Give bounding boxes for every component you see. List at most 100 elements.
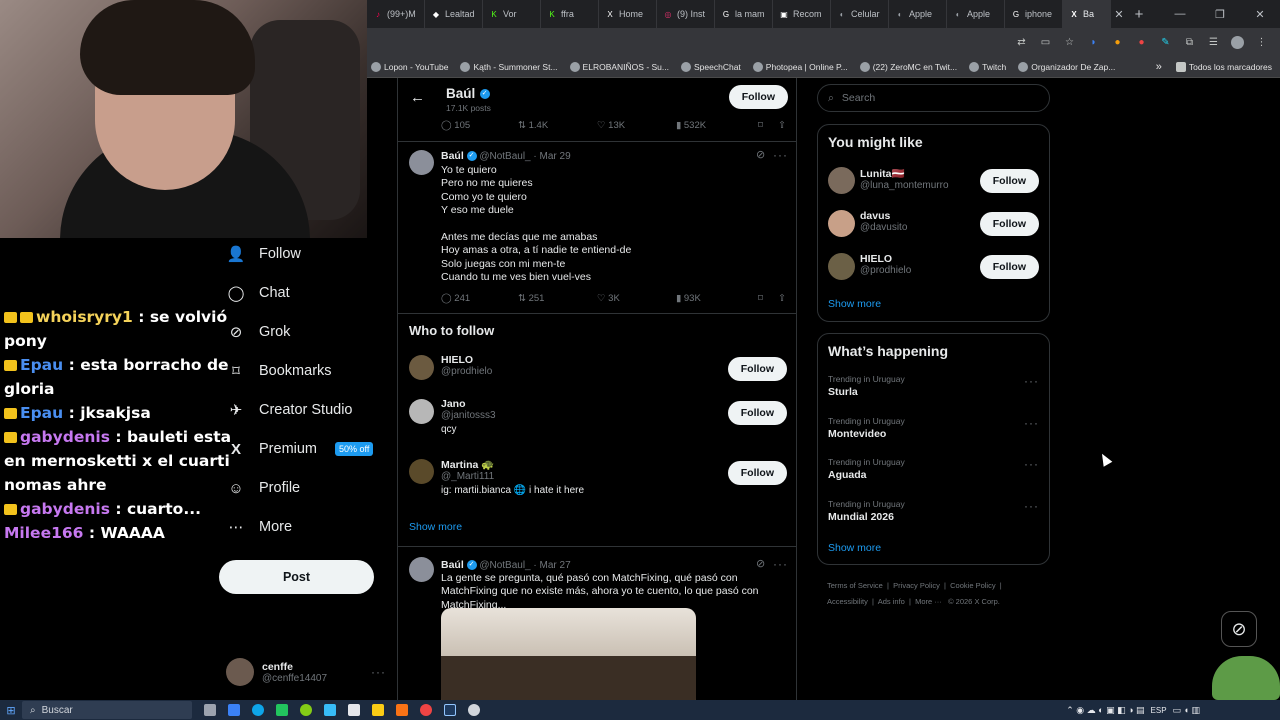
privacy-link[interactable]: Privacy Policy bbox=[893, 581, 940, 590]
suggested-user[interactable]: Jano @janitosss3 qcy Follow bbox=[398, 396, 796, 440]
taskbar-app-icon[interactable] bbox=[396, 704, 408, 716]
show-more-link[interactable]: Show more bbox=[828, 298, 881, 310]
show-more-link[interactable]: Show more bbox=[828, 542, 881, 554]
more-dots-icon[interactable]: ··· bbox=[1024, 374, 1039, 388]
more-dots-icon[interactable]: ··· bbox=[371, 665, 386, 679]
browser-tab[interactable]: Giphone bbox=[1005, 0, 1063, 28]
browser-tab[interactable]: ◐ Apple bbox=[889, 0, 947, 28]
browser-tab[interactable]: ◐ Celular bbox=[831, 0, 889, 28]
taskbar-search-input[interactable]: ⌕ Buscar bbox=[22, 701, 192, 719]
terms-link[interactable]: Terms of Service bbox=[827, 581, 883, 590]
cookie-link[interactable]: Cookie Policy bbox=[950, 581, 995, 590]
reply-button[interactable]: ◯ 105 bbox=[441, 120, 518, 131]
tweet-media-image[interactable] bbox=[441, 608, 696, 700]
reply-button[interactable]: ◯ 241 bbox=[441, 293, 518, 304]
nav-creator-studio[interactable]: ✈ Creator Studio bbox=[227, 401, 353, 419]
language-indicator[interactable]: ESP bbox=[1151, 706, 1167, 715]
share-icon[interactable]: ⇪ bbox=[778, 120, 786, 131]
bookmark-item[interactable]: (22) ZeroMC en Twit... bbox=[859, 61, 957, 72]
trend-item[interactable]: Trending in Uruguay Sturla ··· bbox=[818, 374, 1049, 410]
browser-tab[interactable]: ◎ (9) Inst bbox=[657, 0, 715, 28]
bookmark-item[interactable]: Lopon - YouTube bbox=[371, 61, 448, 72]
nav-more[interactable]: ⋯ More bbox=[227, 518, 293, 536]
minimize-button[interactable]: — bbox=[1160, 8, 1200, 20]
retweet-button[interactable]: ⇅ 1.4K bbox=[518, 120, 597, 131]
tray-icons[interactable]: ⌃ ◉ ☁ ◐ ▣ ◧ ◑ ▤ bbox=[1066, 705, 1144, 716]
suggested-user[interactable]: HIELO @prodhielo Follow bbox=[818, 251, 1049, 287]
bookmark-item[interactable]: ELROBANIÑOS - Su... bbox=[569, 61, 669, 72]
follow-button[interactable]: Follow bbox=[728, 85, 788, 109]
accessibility-link[interactable]: Accessibility bbox=[827, 597, 868, 606]
browser-tab[interactable]: ▣ Recom bbox=[773, 0, 831, 28]
trend-item[interactable]: Trending in Uruguay Mundial 2026 ··· bbox=[818, 499, 1049, 535]
task-view-icon[interactable] bbox=[204, 704, 216, 716]
suggested-user[interactable]: HIELO @prodhielo Follow bbox=[398, 352, 796, 396]
menu-kebab-icon[interactable]: ⋮ bbox=[1255, 36, 1268, 49]
nav-profile[interactable]: ☺ Profile bbox=[227, 479, 300, 497]
tab-search-icon[interactable]: ☰ bbox=[1207, 36, 1220, 49]
bookmark-item[interactable]: Organizador De Zap... bbox=[1018, 61, 1115, 72]
nav-grok[interactable]: ⊘ Grok bbox=[227, 323, 291, 341]
close-window-button[interactable]: ✕ bbox=[1240, 8, 1280, 21]
file-explorer-icon[interactable] bbox=[372, 704, 384, 716]
follow-button[interactable]: Follow bbox=[979, 255, 1039, 279]
like-button[interactable]: ♡ 3K bbox=[597, 293, 676, 304]
bookmark-item[interactable]: Kąth - Summoner St... bbox=[460, 61, 558, 72]
browser-tab[interactable]: K Vor bbox=[483, 0, 541, 28]
more-dots-icon[interactable]: ··· bbox=[773, 557, 788, 571]
grok-floating-button[interactable]: ⊘ bbox=[1221, 611, 1257, 647]
browser-tab[interactable]: Gla mam bbox=[715, 0, 773, 28]
more-dots-icon[interactable]: ··· bbox=[1024, 499, 1039, 513]
bookmark-icon[interactable]: ⌑ bbox=[758, 293, 778, 304]
search-input[interactable]: ⌕ Search bbox=[817, 84, 1050, 112]
edge-icon[interactable] bbox=[252, 704, 264, 716]
tweet[interactable]: Baúl ✓ @NotBaul_ · Mar 29 ⊘ ··· Yo te qu… bbox=[398, 142, 796, 312]
all-bookmarks-button[interactable]: Todos los marcadores bbox=[1175, 61, 1272, 72]
like-button[interactable]: ♡ 13K bbox=[597, 120, 676, 131]
more-dots-icon[interactable]: ··· bbox=[773, 148, 788, 162]
views-button[interactable]: ▮ 532K bbox=[676, 120, 758, 131]
taskbar-app-icon[interactable] bbox=[228, 704, 240, 716]
star-icon[interactable]: ☆ bbox=[1063, 36, 1076, 49]
nav-follow[interactable]: 👤 Follow bbox=[227, 245, 301, 263]
maximize-button[interactable]: ❐ bbox=[1200, 8, 1240, 21]
nav-bookmarks[interactable]: ⌑ Bookmarks bbox=[227, 362, 331, 380]
bookmark-icon[interactable]: ⌑ bbox=[758, 120, 778, 131]
suggested-user[interactable]: Lunita🇱🇻 @luna_montemurro Follow bbox=[818, 165, 1049, 201]
browser-tab[interactable]: ◐ Apple bbox=[947, 0, 1005, 28]
bookmark-item[interactable]: Twitch bbox=[969, 61, 1006, 72]
obs-icon[interactable] bbox=[468, 704, 480, 716]
ads-info-link[interactable]: Ads info bbox=[878, 597, 905, 606]
browser-tab[interactable]: ♪ (99+)M bbox=[367, 0, 425, 28]
post-button[interactable]: Post bbox=[219, 560, 374, 594]
new-tab-button[interactable]: + bbox=[1127, 6, 1151, 23]
nav-premium[interactable]: X Premium 50% off bbox=[227, 440, 374, 458]
follow-button[interactable]: Follow bbox=[727, 357, 787, 381]
tab-close-icon[interactable]: ✕ bbox=[1111, 8, 1127, 21]
translate-icon[interactable]: ⇄ bbox=[1015, 36, 1028, 49]
chrome-icon[interactable] bbox=[420, 704, 432, 716]
suggested-user[interactable]: Martina 🐢 @_Marti111 ig: martii.bianca 🌐 i… bbox=[398, 456, 796, 500]
taskbar-app-icon[interactable] bbox=[300, 704, 312, 716]
suggested-user[interactable]: davus @davusito Follow bbox=[818, 208, 1049, 244]
extension-icon[interactable]: ◗ bbox=[1087, 36, 1100, 49]
more-dots-icon[interactable]: ··· bbox=[1024, 416, 1039, 430]
follow-button[interactable]: Follow bbox=[727, 401, 787, 425]
trend-item[interactable]: Trending in Uruguay Montevideo ··· bbox=[818, 416, 1049, 452]
follow-button[interactable]: Follow bbox=[979, 169, 1039, 193]
bookmark-item[interactable]: SpeechChat bbox=[681, 61, 741, 72]
account-switcher[interactable]: cenffe @cenffe14407 ··· bbox=[226, 656, 386, 688]
more-link[interactable]: More ··· bbox=[915, 597, 942, 606]
taskbar-app-icon[interactable] bbox=[276, 704, 288, 716]
more-dots-icon[interactable]: ··· bbox=[1024, 457, 1039, 471]
grok-icon[interactable]: ⊘ bbox=[756, 557, 765, 570]
tab-active[interactable]: X Ba bbox=[1063, 0, 1111, 28]
nav-chat[interactable]: ◯ Chat bbox=[227, 284, 290, 302]
steam-icon[interactable] bbox=[444, 704, 456, 716]
tweet[interactable]: Baúl ✓ @NotBaul_ · Mar 27 ⊘ ··· La gente… bbox=[398, 547, 796, 700]
back-arrow-icon[interactable]: ← bbox=[410, 89, 425, 106]
follow-button[interactable]: Follow bbox=[727, 461, 787, 485]
extension-icon[interactable]: ✎ bbox=[1159, 36, 1172, 49]
extensions-puzzle-icon[interactable]: ⧉ bbox=[1183, 36, 1196, 49]
extension-icon[interactable]: ● bbox=[1111, 36, 1124, 49]
